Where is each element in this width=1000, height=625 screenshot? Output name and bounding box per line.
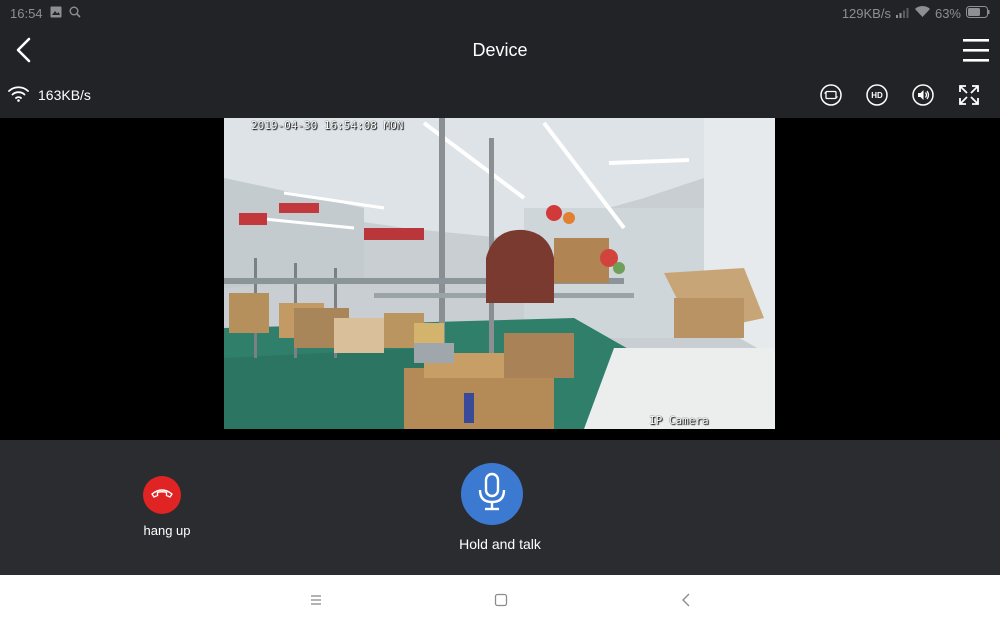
battery-icon xyxy=(966,6,990,21)
speed-value: 163KB/s xyxy=(38,87,91,103)
hd-label: HD xyxy=(871,91,883,100)
screenshot-icon[interactable] xyxy=(819,83,843,107)
recents-menu-icon[interactable] xyxy=(307,591,325,609)
hamburger-menu-icon[interactable] xyxy=(962,37,990,63)
home-square-icon[interactable] xyxy=(492,591,510,609)
video-toolbar: 163KB/s HD xyxy=(0,72,1000,118)
call-controls: hang up Hold and talk xyxy=(0,440,1000,575)
hd-icon[interactable]: HD xyxy=(865,83,889,107)
video-area: 2019-04-30 16:54:08 MON IP Camera xyxy=(0,118,1000,440)
hang-up-button[interactable] xyxy=(143,476,181,514)
signal-icon xyxy=(895,6,910,21)
status-bar: 16:54 129KB/s 63% xyxy=(0,0,1000,27)
wifi-icon xyxy=(914,6,930,21)
fullscreen-icon[interactable] xyxy=(957,83,981,107)
video-watermark: IP Camera xyxy=(649,414,709,427)
system-nav-bar xyxy=(0,575,1000,625)
back-chevron-icon[interactable] xyxy=(678,591,696,609)
volume-icon[interactable] xyxy=(911,83,935,107)
wifi-icon xyxy=(8,85,29,105)
hold-to-talk-button[interactable] xyxy=(461,463,523,525)
microphone-icon xyxy=(477,472,507,517)
video-timestamp: 2019-04-30 16:54:08 MON xyxy=(251,119,404,132)
camera-video-feed[interactable]: 2019-04-30 16:54:08 MON IP Camera xyxy=(224,118,775,429)
search-icon xyxy=(69,6,81,21)
status-time: 16:54 xyxy=(10,6,43,21)
hold-to-talk-label: Hold and talk xyxy=(459,536,541,552)
hang-up-label: hang up xyxy=(143,523,191,538)
page-title: Device xyxy=(472,40,528,60)
image-icon xyxy=(50,6,62,21)
warehouse-scene-image xyxy=(224,118,775,429)
battery-percent: 63% xyxy=(934,6,961,21)
app-bar: Device xyxy=(0,27,1000,72)
phone-hangup-icon xyxy=(151,486,173,504)
net-speed: 129KB/s xyxy=(841,6,891,21)
connection-speed: 163KB/s xyxy=(8,85,91,105)
